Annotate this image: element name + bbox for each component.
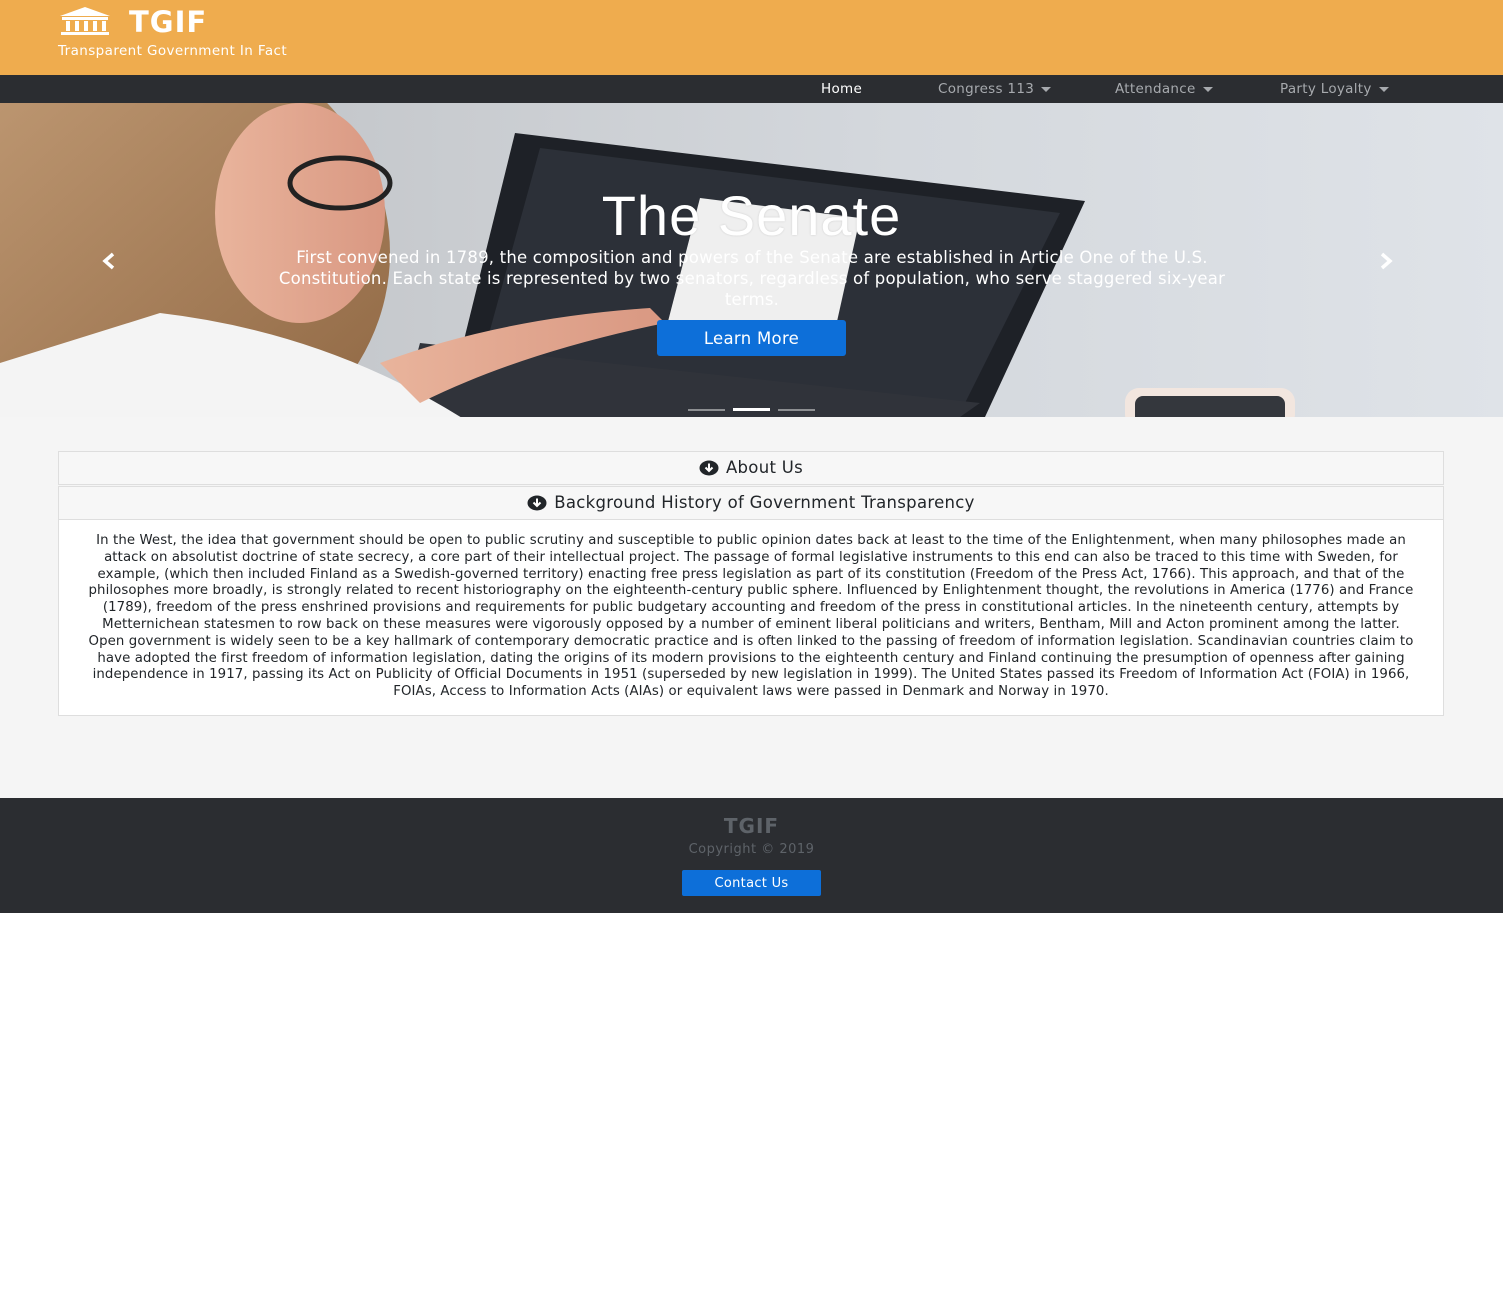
hero-title: The Senate bbox=[601, 184, 902, 247]
nav-item-congress[interactable]: Congress 113 bbox=[938, 75, 1052, 103]
arrow-circle-down-icon bbox=[527, 495, 547, 511]
nav-item-label: Party Loyalty bbox=[1280, 81, 1372, 97]
site-header: TGIF Transparent Government In Fact bbox=[0, 0, 1503, 75]
carousel-indicators bbox=[0, 396, 1503, 415]
chevron-right-icon[interactable] bbox=[1374, 249, 1398, 273]
caret-down-icon bbox=[1202, 86, 1213, 92]
nav-item-party-loyalty[interactable]: Party Loyalty bbox=[1280, 75, 1389, 103]
hero-carousel: The Senate First convened in 1789, the c… bbox=[0, 103, 1503, 417]
carousel-indicator[interactable] bbox=[778, 409, 815, 411]
caret-down-icon bbox=[1041, 86, 1052, 92]
nav-item-attendance[interactable]: Attendance bbox=[1115, 75, 1213, 103]
accordion-card-background: Background History of Government Transpa… bbox=[58, 486, 1444, 716]
carousel-indicator[interactable] bbox=[688, 409, 725, 411]
learn-more-button[interactable]: Learn More bbox=[657, 320, 846, 356]
accordion-card-about: About Us bbox=[58, 451, 1444, 485]
arrow-circle-down-icon bbox=[699, 460, 719, 476]
main-navbar: Home Congress 113 Attendance Party Loyal… bbox=[0, 75, 1503, 103]
nav-item-home[interactable]: Home bbox=[821, 75, 862, 103]
brand-title: TGIF bbox=[129, 5, 208, 39]
accordion-header-background-history[interactable]: Background History of Government Transpa… bbox=[59, 487, 1443, 519]
accordion-header-about-us[interactable]: About Us bbox=[59, 452, 1443, 484]
footer-brand: TGIF bbox=[723, 814, 780, 838]
footer-copyright: Copyright © 2019 bbox=[688, 842, 815, 857]
carousel-indicator-active[interactable] bbox=[733, 408, 770, 411]
site-footer: TGIF Copyright © 2019 Contact Us bbox=[0, 798, 1503, 913]
caret-down-icon bbox=[1378, 86, 1389, 92]
bank-building-icon bbox=[60, 7, 110, 35]
hero-description: First convened in 1789, the composition … bbox=[278, 248, 1226, 309]
nav-item-label: Congress 113 bbox=[938, 81, 1035, 97]
nav-item-label: Home bbox=[821, 81, 863, 97]
accordion-title: About Us bbox=[725, 458, 804, 477]
accordion-body-background-history: In the West, the idea that government sh… bbox=[59, 519, 1443, 715]
accordion: About Us Background History of Governmen… bbox=[58, 451, 1444, 716]
brand[interactable]: TGIF bbox=[58, 6, 207, 38]
contact-us-button[interactable]: Contact Us bbox=[682, 870, 821, 896]
main-content: About Us Background History of Governmen… bbox=[0, 417, 1503, 798]
nav-item-label: Attendance bbox=[1115, 81, 1196, 97]
brand-tagline: Transparent Government In Fact bbox=[58, 43, 288, 59]
chevron-left-icon[interactable] bbox=[97, 249, 121, 273]
accordion-title: Background History of Government Transpa… bbox=[554, 493, 975, 512]
